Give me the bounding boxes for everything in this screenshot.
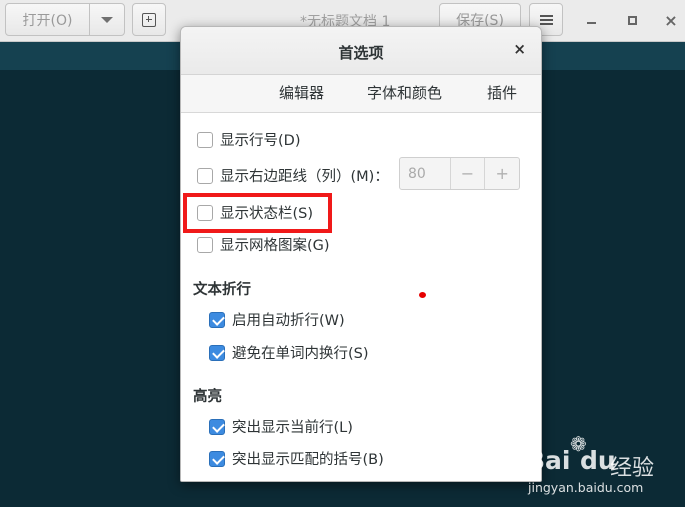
preferences-dialog: 首选项 × 查看 编辑器 字体和颜色 插件 显示行号(D) 显示右边距线（列）(… <box>180 26 542 482</box>
open-button[interactable]: 打开(O) <box>5 3 90 36</box>
tab-editor[interactable]: 编辑器 <box>279 82 324 103</box>
watermark-url: jingyan.baidu.com <box>528 480 644 495</box>
annotation-highlight-box <box>183 193 332 233</box>
show-line-numbers-checkbox[interactable] <box>197 131 213 148</box>
show-line-numbers-label: 显示行号(D) <box>220 133 301 149</box>
highlight-heading: 高亮 <box>193 389 222 405</box>
highlight-brackets-row[interactable]: 突出显示匹配的括号(B) <box>209 448 384 469</box>
new-tab-button[interactable] <box>132 3 166 36</box>
show-grid-checkbox[interactable] <box>197 236 213 253</box>
right-margin-spinner[interactable]: 80 − + <box>399 157 520 190</box>
close-window-button[interactable]: × <box>663 11 679 30</box>
highlight-line-checkbox[interactable] <box>209 418 225 435</box>
maximize-button[interactable] <box>624 12 640 28</box>
minimize-icon <box>586 22 596 24</box>
right-margin-value[interactable]: 80 <box>400 158 450 189</box>
maximize-icon <box>627 15 637 25</box>
highlight-brackets-checkbox[interactable] <box>209 450 225 467</box>
tab-plugins[interactable]: 插件 <box>487 82 517 103</box>
show-right-margin-label: 显示右边距线（列）(M)： <box>220 169 389 185</box>
open-recent-button[interactable] <box>89 3 125 36</box>
enable-wrap-label: 启用自动折行(W) <box>232 313 345 329</box>
spin-increment-button[interactable]: + <box>484 158 519 189</box>
dialog-close-button[interactable]: × <box>513 40 526 58</box>
hamburger-icon <box>539 14 553 25</box>
highlight-line-row[interactable]: 突出显示当前行(L) <box>209 416 353 437</box>
no-word-split-row[interactable]: 避免在单词内换行(S) <box>209 342 369 363</box>
highlight-line-label: 突出显示当前行(L) <box>232 420 353 436</box>
show-right-margin-row[interactable]: 显示右边距线（列）(M)： <box>197 165 389 186</box>
baidu-watermark: Bai·du ❁ 经验 jingyan.baidu.com <box>526 432 681 498</box>
annotation-red-dot <box>419 292 426 298</box>
paw-icon: ❁ <box>570 432 587 456</box>
watermark-cn: 经验 <box>610 456 655 481</box>
enable-wrap-row[interactable]: 启用自动折行(W) <box>209 309 345 330</box>
show-grid-row[interactable]: 显示网格图案(G) <box>197 234 330 255</box>
new-document-icon <box>142 12 156 27</box>
show-right-margin-checkbox[interactable] <box>197 167 213 184</box>
show-grid-label: 显示网格图案(G) <box>220 238 330 254</box>
dialog-title: 首选项 <box>338 44 384 62</box>
enable-wrap-checkbox[interactable] <box>209 311 225 328</box>
no-word-split-checkbox[interactable] <box>209 344 225 361</box>
minimize-button[interactable] <box>583 12 599 28</box>
dialog-header: 首选项 × <box>181 27 541 75</box>
show-line-numbers-row[interactable]: 显示行号(D) <box>197 129 300 150</box>
text-wrap-heading: 文本折行 <box>193 282 251 298</box>
highlight-brackets-label: 突出显示匹配的括号(B) <box>232 452 384 468</box>
tab-fonts-colors[interactable]: 字体和颜色 <box>367 82 442 103</box>
spin-decrement-button[interactable]: − <box>449 158 485 189</box>
no-word-split-label: 避免在单词内换行(S) <box>232 346 369 362</box>
chevron-down-icon <box>101 16 113 23</box>
watermark-logo-text: Bai <box>526 446 571 475</box>
